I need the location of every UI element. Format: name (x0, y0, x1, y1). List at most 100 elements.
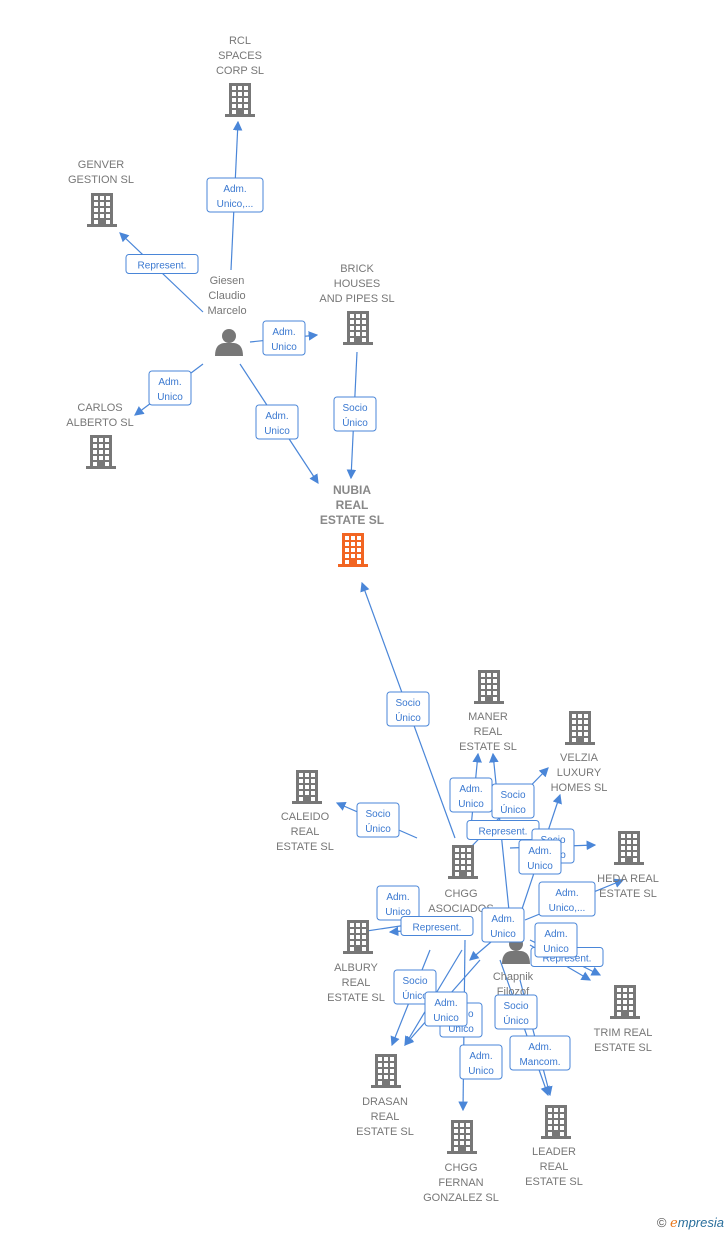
edge-label[interactable]: Socio Único (356, 802, 400, 838)
edge-label-text: Único (402, 989, 428, 1002)
company-node[interactable]: CARLOS ALBERTO SL (66, 402, 134, 469)
edge-label[interactable]: Adm.Unico (449, 777, 493, 813)
node-label: DRASAN (362, 1096, 408, 1108)
node-label: NUBIA (333, 483, 371, 497)
edge-label[interactable]: Adm. Unico (262, 320, 306, 356)
edge-label[interactable]: Adm.Unico (424, 991, 468, 1027)
building-icon (448, 845, 478, 879)
building-icon (541, 1105, 571, 1139)
edge-label-text: Unico (264, 426, 290, 437)
node-label: ESTATE SL (525, 1176, 583, 1188)
brand-logo-initial: e (670, 1216, 678, 1231)
node-label: REAL (342, 977, 371, 989)
edge-label-text: Unico (543, 944, 569, 955)
node-label: GESTION SL (68, 174, 134, 186)
building-icon (343, 920, 373, 954)
edge-label[interactable]: Represent. (400, 916, 474, 936)
node-label: Chapnik (493, 971, 534, 983)
edge-label[interactable]: Adm. Unico (459, 1044, 503, 1080)
company-node[interactable]: DRASAN REAL ESTATE SL (356, 1054, 414, 1138)
building-icon (610, 985, 640, 1019)
building-icon (338, 533, 368, 567)
node-label: ESTATE SL (459, 741, 517, 753)
person-node[interactable]: Giesen Claudio Marcelo (207, 275, 247, 356)
company-node[interactable]: CHGG FERNAN GONZALEZ SL (423, 1120, 499, 1204)
edge-label-text: Adm. (223, 184, 246, 195)
node-label: Marcelo (207, 305, 246, 317)
edge-label-text: Unico (527, 861, 553, 872)
edge-label-text: Adm. (528, 1042, 551, 1053)
edge-label-text: Socio (365, 809, 390, 820)
building-icon (474, 670, 504, 704)
node-label: ESTATE SL (356, 1126, 414, 1138)
edge-label[interactable]: Socio Único (494, 994, 538, 1030)
edge-label-text: Unico (458, 799, 484, 810)
building-icon (614, 831, 644, 865)
company-node[interactable]: RCL SPACES CORP SL (216, 35, 264, 117)
edge-label-text: Unico (490, 929, 516, 940)
company-node[interactable]: CHGGASOCIADOS (428, 845, 494, 915)
edge-label[interactable]: Adm. Unico (534, 922, 578, 958)
edge-label-text: Adm. (272, 327, 295, 338)
company-node[interactable]: HEDA REAL ESTATE SL (597, 831, 659, 900)
node-label: ALBERTO SL (66, 417, 133, 429)
company-node[interactable]: MANER REAL ESTATE SL (459, 670, 517, 753)
edge-label-text: Único (365, 822, 391, 835)
edge-label-text: Represent. (479, 827, 528, 838)
edge-label-text: Único (500, 803, 526, 816)
edge-label-text: Único (503, 1014, 529, 1027)
copyright-icon: © (656, 1215, 667, 1230)
node-label: ESTATE SL (327, 992, 385, 1004)
node-label: LEADER (532, 1146, 576, 1158)
building-icon (87, 193, 117, 227)
node-label: HOMES SL (551, 782, 608, 794)
edge-label-text: Represent. (413, 923, 462, 934)
company-node[interactable]: TRIM REAL ESTATE SL (594, 985, 653, 1054)
company-node[interactable]: BRICK HOUSES AND PIPES SL (319, 263, 395, 345)
company-node[interactable]: VELZIA LUXURY HOMES SL (551, 711, 608, 794)
company-node[interactable]: CALEIDO REAL ESTATE SL (276, 770, 334, 853)
node-label: RCL (229, 35, 251, 47)
person-icon (215, 329, 243, 356)
company-node[interactable]: ALBURY REAL ESTATE SL (327, 920, 385, 1004)
edge-label-text: Unico (271, 342, 297, 353)
edge-label-text: Adm. (158, 377, 181, 388)
node-label: HEDA REAL (597, 873, 659, 885)
edge-label-text: Adm. (555, 888, 578, 899)
edge-label[interactable]: Represent. (125, 254, 199, 274)
edge-label-text: Adm. (528, 846, 551, 857)
edge-label[interactable]: Adm.Unico (148, 370, 192, 406)
node-label: SPACES (218, 50, 262, 62)
node-label: BRICK (340, 263, 374, 275)
edge-label[interactable]: Socio Único (386, 691, 430, 727)
edge-label-text: Adm. (469, 1051, 492, 1062)
edge-label[interactable]: Socio Único (491, 783, 535, 819)
edge-label[interactable]: Adm.Unico (481, 907, 525, 943)
edge-label-text: Adm. (434, 998, 457, 1009)
edge-label[interactable]: Adm. Unico (518, 839, 562, 875)
edge-label-text: Socio (342, 403, 367, 414)
edge-label[interactable]: Adm.Unico (255, 404, 299, 440)
building-icon (292, 770, 322, 804)
edge-label[interactable]: Socio Único (333, 396, 377, 432)
company-node[interactable]: NUBIAREALESTATE SL (320, 483, 384, 567)
company-node[interactable]: LEADER REAL ESTATE SL (525, 1105, 583, 1188)
node-label: Claudio (208, 290, 245, 302)
edge-label-text: Unico (468, 1066, 494, 1077)
node-label: FERNAN (438, 1177, 483, 1189)
edge-label[interactable]: Adm.Unico (376, 885, 420, 921)
edge-label[interactable]: Adm. Unico,... (538, 881, 596, 917)
node-label: CARLOS (77, 402, 122, 414)
building-icon (225, 83, 255, 117)
node-label: REAL (540, 1161, 569, 1173)
company-node[interactable]: GENVER GESTION SL (68, 159, 134, 227)
node-label: HOUSES (334, 278, 380, 290)
edge-label[interactable]: Represent. (466, 820, 540, 840)
building-icon (371, 1054, 401, 1088)
edge-label-text: Adm. (544, 929, 567, 940)
edge-label[interactable]: Adm. Mancom. (509, 1035, 571, 1071)
node-label: MANER (468, 711, 508, 723)
node-label: REAL (371, 1111, 400, 1123)
edge-label[interactable]: Adm. Unico,... (206, 177, 264, 213)
node-label: REAL (291, 826, 320, 838)
